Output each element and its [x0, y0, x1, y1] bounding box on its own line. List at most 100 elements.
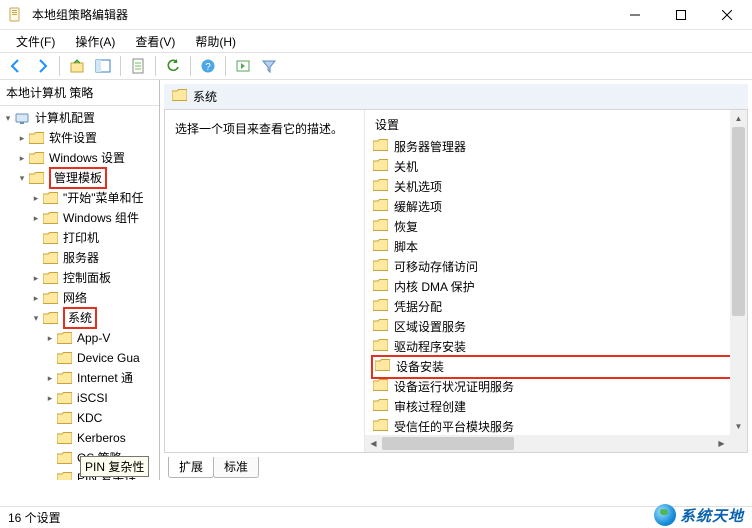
- tree-label: Kerberos: [77, 429, 126, 447]
- scroll-left-icon[interactable]: ◀: [365, 435, 382, 452]
- tree-node-internet[interactable]: ▸Internet 通: [0, 368, 159, 388]
- folder-icon: [373, 398, 388, 416]
- tree-header[interactable]: 本地计算机 策略: [0, 80, 159, 106]
- scroll-up-icon[interactable]: ▲: [730, 110, 747, 127]
- tree-label: Device Gua: [77, 349, 140, 367]
- tree-node-system[interactable]: ▾系统: [0, 308, 159, 328]
- content-header: 系统: [164, 84, 748, 110]
- horizontal-scrollbar[interactable]: ◀▶: [365, 435, 730, 452]
- watermark-text: 系统天地: [680, 505, 744, 526]
- list-item-shutdown[interactable]: 关机: [371, 157, 747, 177]
- toolbar-extra-button[interactable]: [231, 55, 255, 77]
- list-item-device-health[interactable]: 设备运行状况证明服务: [371, 377, 747, 397]
- forward-button[interactable]: [30, 55, 54, 77]
- list-item-trusted-platform[interactable]: 受信任的平台模块服务: [371, 417, 747, 437]
- list-column-header[interactable]: 设置: [365, 110, 747, 137]
- scroll-down-icon[interactable]: ▼: [730, 418, 747, 435]
- tree-node-windows-settings[interactable]: ▸Windows 设置: [0, 148, 159, 168]
- tree-label: 控制面板: [63, 269, 111, 287]
- list-label: 关机选项: [394, 178, 442, 196]
- folder-icon: [373, 138, 388, 156]
- tree-label: iSCSI: [77, 389, 108, 407]
- list-label: 区域设置服务: [394, 318, 466, 336]
- filter-button[interactable]: [257, 55, 281, 77]
- settings-list: 设置 服务器管理器 关机 关机选项 缓解选项 恢复 脚本 可移动存储访问 内核 …: [365, 110, 747, 452]
- list-item-server-manager[interactable]: 服务器管理器: [371, 137, 747, 157]
- list-item-device-install[interactable]: 设备安装: [371, 355, 747, 379]
- list-item-recovery[interactable]: 恢复: [371, 217, 747, 237]
- app-icon: [8, 7, 24, 23]
- scroll-thumb[interactable]: [732, 127, 745, 316]
- tree: ▾计算机配置 ▸软件设置 ▸Windows 设置 ▾管理模板 ▸"开始"菜单和任…: [0, 106, 159, 480]
- tree-node-server[interactable]: 服务器: [0, 248, 159, 268]
- scroll-thumb-h[interactable]: [382, 437, 514, 450]
- folder-icon: [172, 89, 187, 104]
- tree-node-iscsi[interactable]: ▸iSCSI: [0, 388, 159, 408]
- list-label: 设备运行状况证明服务: [394, 378, 514, 396]
- tree-node-appv[interactable]: ▸App-V: [0, 328, 159, 348]
- tree-node-printer[interactable]: 打印机: [0, 228, 159, 248]
- refresh-button[interactable]: [161, 55, 185, 77]
- back-button[interactable]: [4, 55, 28, 77]
- list-item-removable-storage[interactable]: 可移动存储访问: [371, 257, 747, 277]
- list-item-credential[interactable]: 凭据分配: [371, 297, 747, 317]
- tree-node-software[interactable]: ▸软件设置: [0, 128, 159, 148]
- list-item-scripts[interactable]: 脚本: [371, 237, 747, 257]
- tree-node-admin-templates[interactable]: ▾管理模板: [0, 168, 159, 188]
- tree-label: 管理模板: [49, 167, 107, 189]
- list-item-mitigation[interactable]: 缓解选项: [371, 197, 747, 217]
- tree-node-network[interactable]: ▸网络: [0, 288, 159, 308]
- folder-icon: [373, 418, 388, 436]
- list-label: 审核过程创建: [394, 398, 466, 416]
- close-button[interactable]: [704, 1, 750, 29]
- folder-icon: [373, 338, 388, 356]
- list-item-kernel-dma[interactable]: 内核 DMA 保护: [371, 277, 747, 297]
- tab-extended[interactable]: 扩展: [168, 457, 214, 478]
- menu-view[interactable]: 查看(V): [125, 31, 185, 52]
- list-label: 缓解选项: [394, 198, 442, 216]
- tree-node-device-guard[interactable]: Device Gua: [0, 348, 159, 368]
- list-item-locale[interactable]: 区域设置服务: [371, 317, 747, 337]
- tree-label: 系统: [63, 307, 97, 329]
- tree-label: App-V: [77, 329, 110, 347]
- menu-help[interactable]: 帮助(H): [185, 31, 246, 52]
- list-item-shutdown-options[interactable]: 关机选项: [371, 177, 747, 197]
- folder-icon: [373, 198, 388, 216]
- scroll-right-icon[interactable]: ▶: [713, 435, 730, 452]
- show-hide-tree-button[interactable]: [91, 55, 115, 77]
- list-label: 驱动程序安装: [394, 338, 466, 356]
- folder-icon: [373, 258, 388, 276]
- globe-icon: [654, 504, 676, 526]
- tree-label: 服务器: [63, 249, 99, 267]
- tab-standard[interactable]: 标准: [213, 457, 259, 478]
- menu-file[interactable]: 文件(F): [6, 31, 65, 52]
- tree-pane: 本地计算机 策略 ▾计算机配置 ▸软件设置 ▸Windows 设置 ▾管理模板 …: [0, 80, 160, 480]
- help-button[interactable]: ?: [196, 55, 220, 77]
- tree-node-kdc[interactable]: KDC: [0, 408, 159, 428]
- tree-label: 计算机配置: [35, 109, 95, 127]
- list-label: 受信任的平台模块服务: [394, 418, 514, 436]
- folder-icon: [373, 278, 388, 296]
- tree-node-control-panel[interactable]: ▸控制面板: [0, 268, 159, 288]
- up-button[interactable]: [65, 55, 89, 77]
- tree-node-computer-config[interactable]: ▾计算机配置: [0, 108, 159, 128]
- folder-icon: [373, 178, 388, 196]
- maximize-button[interactable]: [658, 1, 704, 29]
- tree-label: "开始"菜单和任: [63, 189, 144, 207]
- properties-button[interactable]: [126, 55, 150, 77]
- statusbar: 16 个设置: [0, 506, 752, 528]
- minimize-button[interactable]: [612, 1, 658, 29]
- list-label: 恢复: [394, 218, 418, 236]
- list-item-audit[interactable]: 审核过程创建: [371, 397, 747, 417]
- list-item-driver-install[interactable]: 驱动程序安装: [371, 337, 747, 357]
- window-title: 本地组策略编辑器: [32, 6, 612, 23]
- tree-node-start-menu[interactable]: ▸"开始"菜单和任: [0, 188, 159, 208]
- view-tabs: 扩展 标准: [160, 457, 752, 480]
- menu-action[interactable]: 操作(A): [65, 31, 125, 52]
- tree-node-windows-components[interactable]: ▸Windows 组件: [0, 208, 159, 228]
- titlebar: 本地组策略编辑器: [0, 0, 752, 30]
- list-label: 凭据分配: [394, 298, 442, 316]
- tree-node-kerberos[interactable]: Kerberos: [0, 428, 159, 448]
- tree-label: Windows 设置: [49, 149, 125, 167]
- vertical-scrollbar[interactable]: ▲▼: [730, 110, 747, 435]
